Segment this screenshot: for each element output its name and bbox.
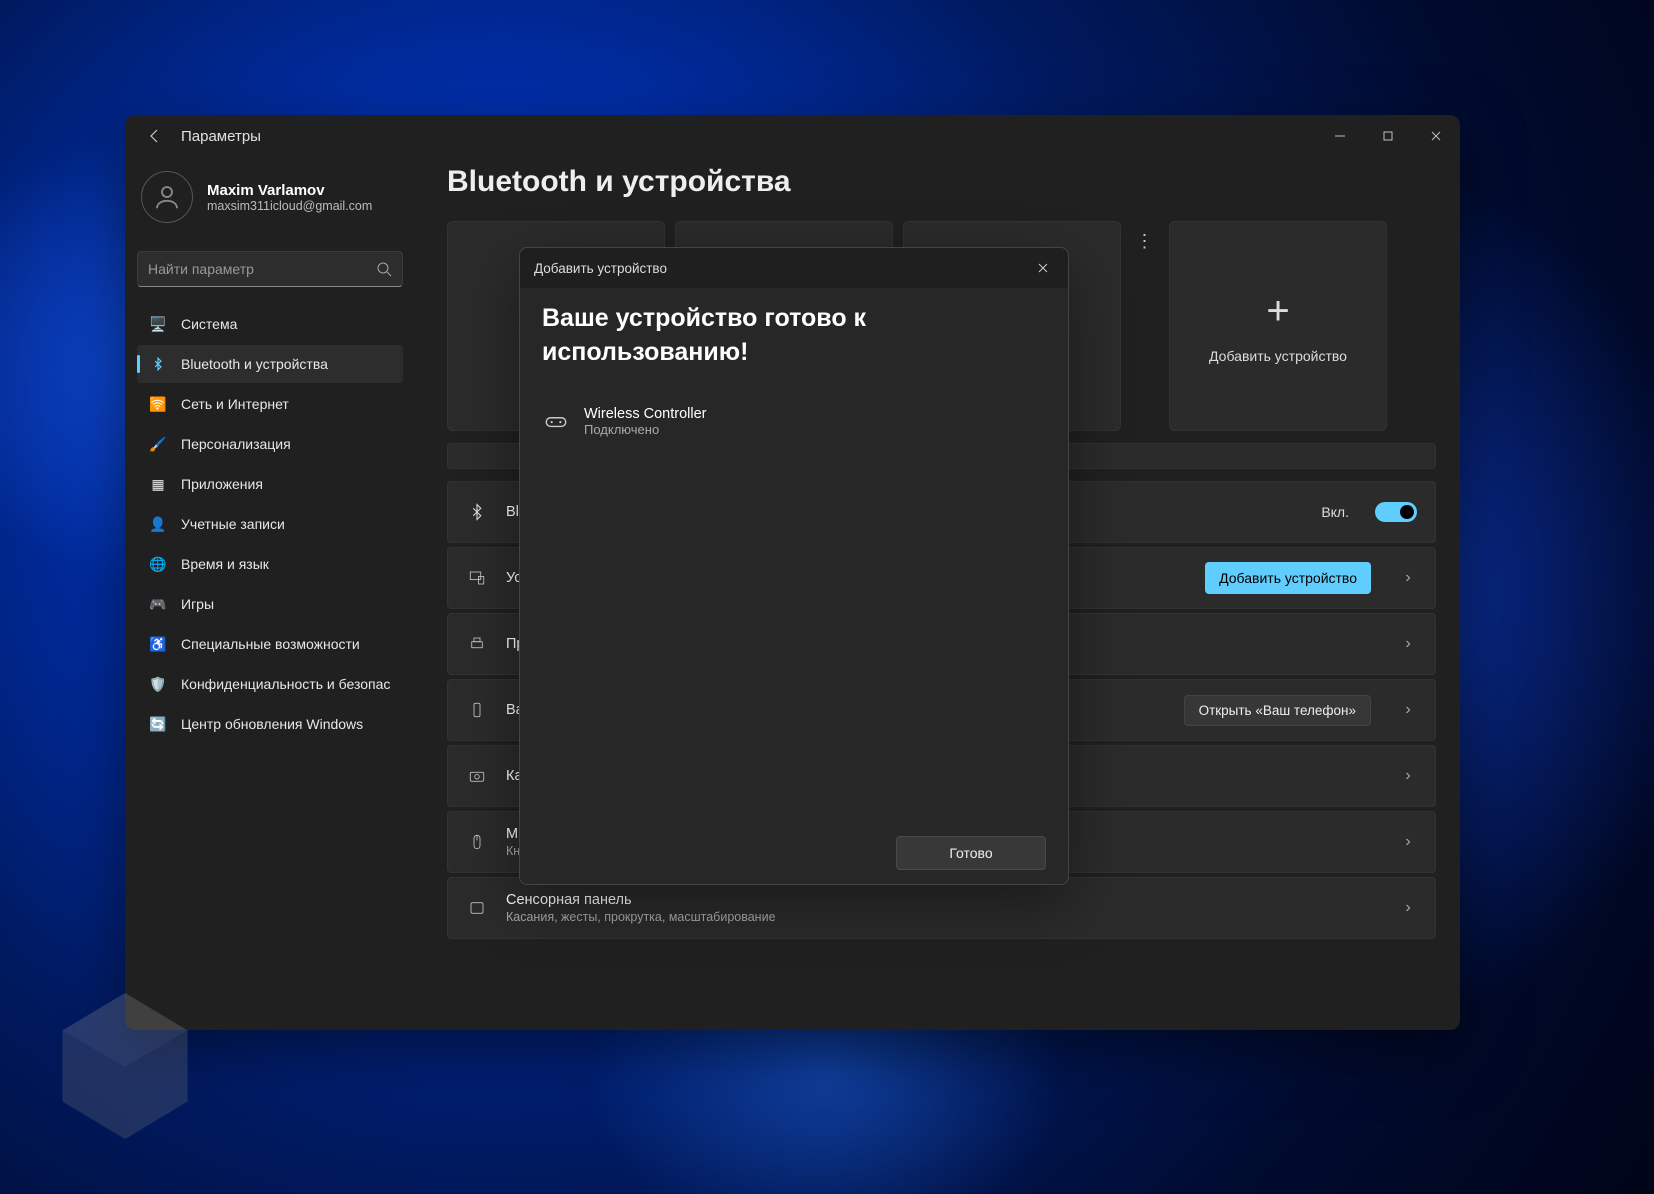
back-button[interactable]: [139, 120, 171, 152]
person-icon: 👤: [149, 515, 167, 533]
minimize-icon: [1334, 130, 1346, 142]
sidebar-item-label: Время и язык: [181, 556, 269, 572]
chevron-right-icon: ›: [1399, 635, 1417, 653]
sidebar-item-label: Конфиденциальность и безопас: [181, 676, 390, 692]
setting-row-touchpad[interactable]: Сенсорная панель Касания, жесты, прокрут…: [447, 877, 1436, 939]
person-icon: [152, 182, 182, 212]
avatar: [141, 171, 193, 223]
profile-email: maxsim311icloud@gmail.com: [207, 199, 372, 213]
sidebar-item-label: Специальные возможности: [181, 636, 360, 652]
sidebar-item-accounts[interactable]: 👤 Учетные записи: [137, 505, 403, 543]
shield-icon: 🛡️: [149, 675, 167, 693]
dialog-close-button[interactable]: [1028, 253, 1058, 283]
sidebar: Maxim Varlamov maxsim311icloud@gmail.com…: [125, 157, 415, 1030]
sidebar-item-update[interactable]: 🔄 Центр обновления Windows: [137, 705, 403, 743]
dialog-header: Добавить устройство: [520, 248, 1068, 288]
sidebar-item-network[interactable]: 🛜 Сеть и Интернет: [137, 385, 403, 423]
sidebar-item-privacy[interactable]: 🛡️ Конфиденциальность и безопас: [137, 665, 403, 703]
gamepad-icon: 🎮: [149, 595, 167, 613]
more-button[interactable]: ⋮: [1131, 221, 1159, 261]
plus-icon: +: [1266, 289, 1289, 334]
apps-icon: ▦: [149, 475, 167, 493]
close-button[interactable]: [1412, 115, 1460, 157]
nav: 🖥️ Система Bluetooth и устройства 🛜 Сеть и…: [137, 305, 403, 743]
sidebar-item-label: Приложения: [181, 476, 263, 492]
chevron-right-icon: ›: [1399, 569, 1417, 587]
bluetooth-icon: [149, 355, 167, 373]
profile[interactable]: Maxim Varlamov maxsim311icloud@gmail.com: [137, 161, 403, 241]
sidebar-item-label: Центр обновления Windows: [181, 716, 363, 732]
toggle-label: Вкл.: [1321, 504, 1349, 520]
device-status: Подключено: [584, 422, 706, 437]
add-device-card[interactable]: + Добавить устройство: [1169, 221, 1387, 431]
page-title: Bluetooth и устройства: [447, 165, 1436, 199]
search-input[interactable]: [148, 261, 376, 277]
arrow-left-icon: [147, 128, 163, 144]
wifi-icon: 🛜: [149, 395, 167, 413]
minimize-button[interactable]: [1316, 115, 1364, 157]
sidebar-item-gaming[interactable]: 🎮 Игры: [137, 585, 403, 623]
search-icon: [376, 261, 392, 277]
globe-icon: 🌐: [149, 555, 167, 573]
add-device-button[interactable]: Добавить устройство: [1205, 562, 1371, 594]
device-name: Wireless Controller: [584, 406, 706, 422]
bluetooth-toggle[interactable]: [1375, 502, 1417, 522]
sidebar-item-label: Система: [181, 316, 237, 332]
dialog-header-title: Добавить устройство: [534, 261, 667, 276]
sidebar-item-label: Персонализация: [181, 436, 291, 452]
maximize-icon: [1382, 130, 1394, 142]
sidebar-item-label: Сеть и Интернет: [181, 396, 289, 412]
titlebar: Параметры: [125, 115, 1460, 157]
device-entry: Wireless Controller Подключено: [542, 398, 1046, 445]
done-button[interactable]: Готово: [896, 836, 1046, 870]
brush-icon: 🖌️: [149, 435, 167, 453]
bluetooth-icon: [466, 501, 488, 523]
mouse-icon: [466, 831, 488, 853]
touchpad-icon: [466, 897, 488, 919]
sidebar-item-system[interactable]: 🖥️ Система: [137, 305, 403, 343]
sidebar-item-apps[interactable]: ▦ Приложения: [137, 465, 403, 503]
add-device-dialog: Добавить устройство Ваше устройство гото…: [519, 247, 1069, 885]
close-icon: [1430, 130, 1442, 142]
devices-icon: [466, 567, 488, 589]
chevron-right-icon: ›: [1399, 833, 1417, 851]
profile-name: Maxim Varlamov: [207, 182, 372, 199]
sidebar-item-label: Игры: [181, 596, 214, 612]
window-title: Параметры: [181, 128, 261, 145]
search-box[interactable]: [137, 251, 403, 287]
sidebar-item-label: Bluetooth и устройства: [181, 356, 328, 372]
camera-icon: [466, 765, 488, 787]
sidebar-item-accessibility[interactable]: ♿ Специальные возможности: [137, 625, 403, 663]
maximize-button[interactable]: [1364, 115, 1412, 157]
watermark: [55, 986, 195, 1146]
chevron-right-icon: ›: [1399, 701, 1417, 719]
accessibility-icon: ♿: [149, 635, 167, 653]
phone-icon: [466, 699, 488, 721]
printer-icon: [466, 633, 488, 655]
chevron-right-icon: ›: [1399, 767, 1417, 785]
sidebar-item-time[interactable]: 🌐 Время и язык: [137, 545, 403, 583]
dialog-title: Ваше устройство готово к использованию!: [542, 302, 1046, 370]
setting-title: Сенсорная панель: [506, 892, 1371, 908]
update-icon: 🔄: [149, 715, 167, 733]
setting-sub: Касания, жесты, прокрутка, масштабирован…: [506, 910, 1371, 924]
sidebar-item-bluetooth[interactable]: Bluetooth и устройства: [137, 345, 403, 383]
sidebar-item-personalization[interactable]: 🖌️ Персонализация: [137, 425, 403, 463]
gamepad-icon: [542, 407, 570, 435]
monitor-icon: 🖥️: [149, 315, 167, 333]
chevron-right-icon: ›: [1399, 899, 1417, 917]
close-icon: [1037, 262, 1049, 274]
sidebar-item-label: Учетные записи: [181, 516, 285, 532]
open-phone-button[interactable]: Открыть «Ваш телефон»: [1184, 695, 1371, 726]
add-device-label: Добавить устройство: [1209, 348, 1347, 364]
